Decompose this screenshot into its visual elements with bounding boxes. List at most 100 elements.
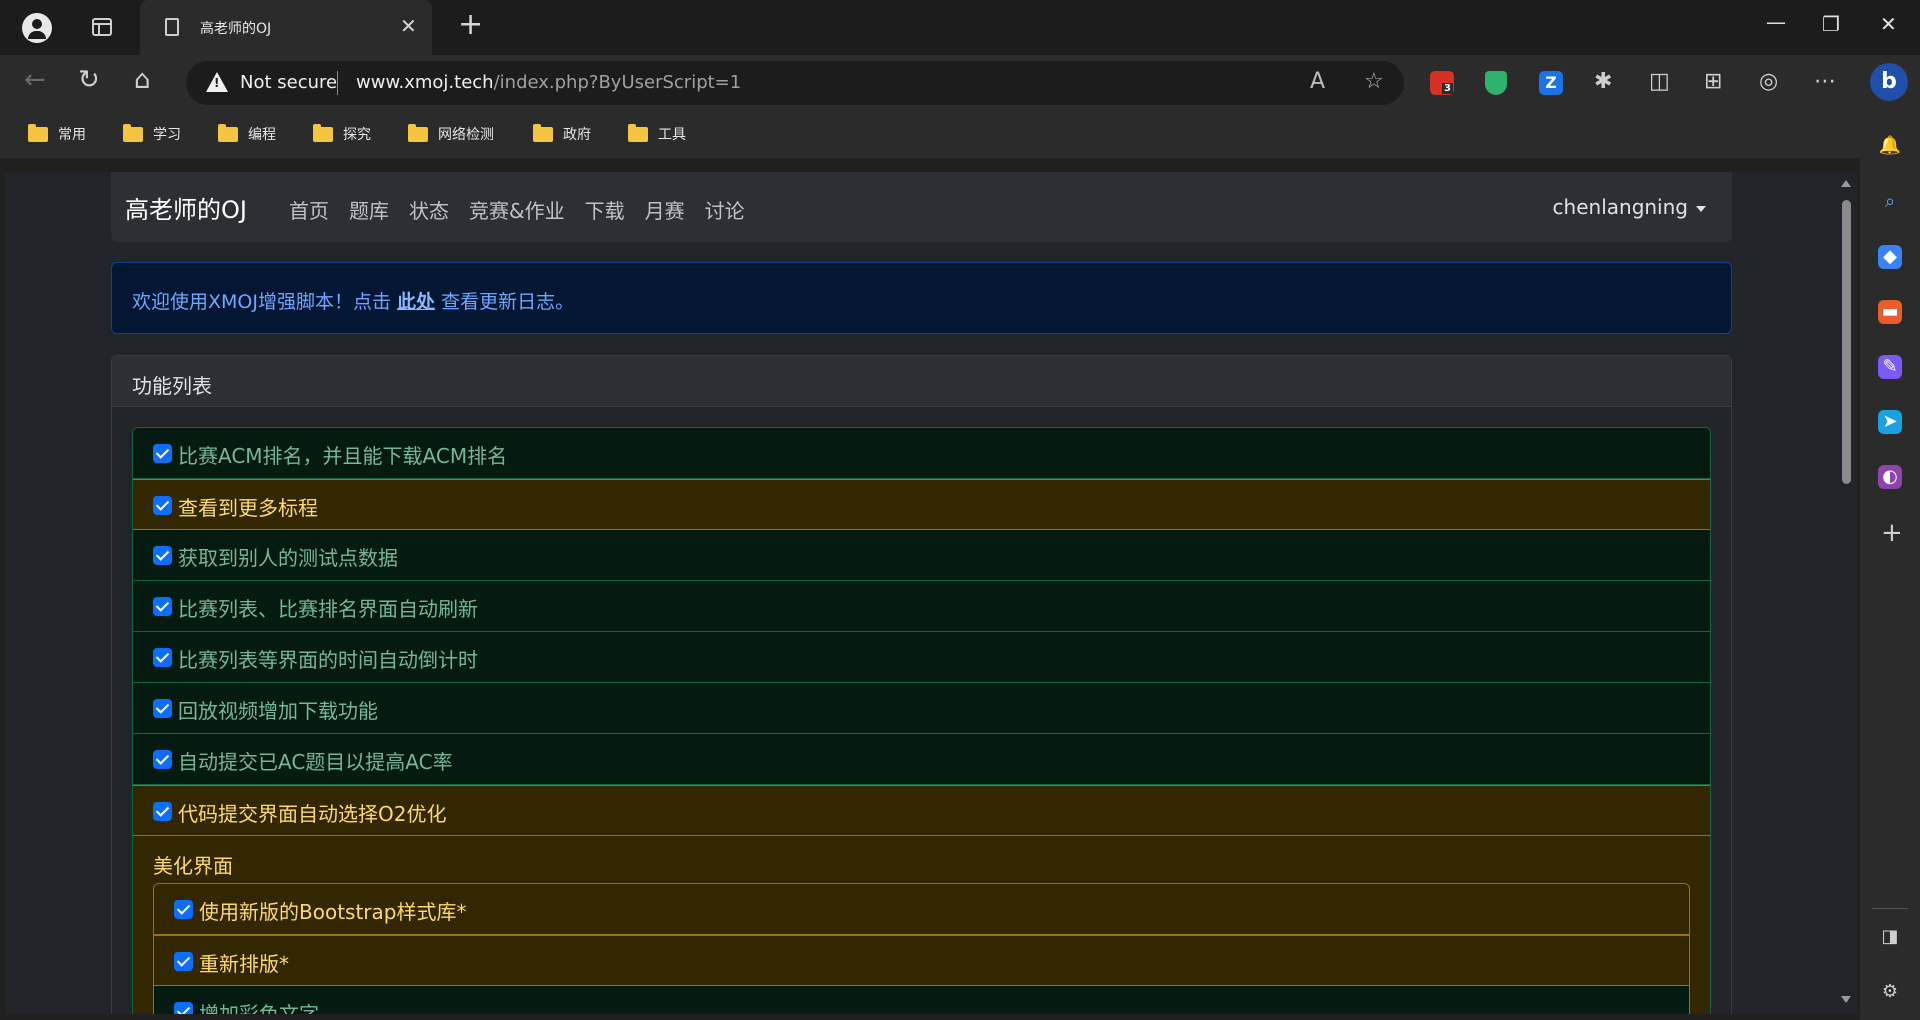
- checkbox[interactable]: [174, 1002, 193, 1014]
- checkbox[interactable]: [153, 699, 172, 718]
- feature-item[interactable]: 代码提交界面自动选择O2优化: [133, 785, 1710, 836]
- nav-contests[interactable]: 竞赛&作业: [469, 195, 565, 224]
- page-scrollbar[interactable]: [1835, 172, 1857, 1014]
- checkbox[interactable]: [174, 900, 193, 919]
- card-body: 比赛ACM排名，并且能下载ACM排名 查看到更多标程 获取到别人的测试点数据 比…: [112, 407, 1731, 1014]
- collections-icon[interactable]: ⊞: [1704, 69, 1722, 95]
- caret-down-icon: [1696, 205, 1706, 212]
- bookmark-folder[interactable]: 常用: [28, 110, 86, 158]
- notification-bell-icon[interactable]: 🔔: [1878, 134, 1902, 158]
- nav-discussion[interactable]: 讨论: [705, 195, 745, 224]
- bookmark-folder[interactable]: 工具: [628, 110, 686, 158]
- bookmark-label: 政府: [563, 127, 591, 143]
- checkbox[interactable]: [153, 648, 172, 667]
- folder-icon: [408, 123, 428, 142]
- feature-item[interactable]: 比赛ACM排名，并且能下载ACM排名: [133, 428, 1710, 479]
- scrollbar-thumb[interactable]: [1842, 200, 1851, 484]
- refresh-icon[interactable]: ↻: [78, 67, 100, 93]
- shopping-tag-icon[interactable]: ◆: [1878, 245, 1902, 269]
- nav-problems[interactable]: 题库: [349, 195, 389, 224]
- feature-item[interactable]: 自动提交已AC题目以提高AC率: [133, 734, 1710, 785]
- checkbox[interactable]: [153, 444, 172, 463]
- url-text[interactable]: www.xmoj.tech/index.php?ByUserScript=1: [356, 72, 741, 93]
- checkbox[interactable]: [174, 952, 193, 971]
- group-sublist: 使用新版的Bootstrap样式库* 重新排版* 增加彩色文字: [153, 883, 1690, 1014]
- bing-copilot-icon[interactable]: b: [1870, 63, 1908, 101]
- back-icon[interactable]: ←: [24, 67, 46, 93]
- feature-item[interactable]: 查看到更多标程: [133, 479, 1710, 530]
- extensions-puzzle-icon[interactable]: ✱: [1594, 69, 1612, 95]
- group-title: 美化界面: [153, 854, 233, 878]
- feature-card: 功能列表 比赛ACM排名，并且能下载ACM排名 查看到更多标程 获取到别人的测试…: [111, 355, 1732, 1014]
- site-nav: 首页 题库 状态 竞赛&作业 下载 月赛 讨论: [289, 195, 745, 224]
- feature-item[interactable]: 重新排版*: [154, 935, 1689, 986]
- warning-icon[interactable]: [206, 72, 228, 92]
- bookmark-folder[interactable]: 编程: [218, 110, 276, 158]
- search-icon[interactable]: ⌕: [1878, 190, 1902, 214]
- feature-item[interactable]: 增加彩色文字: [154, 986, 1689, 1014]
- checkbox[interactable]: [153, 546, 172, 565]
- security-label[interactable]: Not secure: [240, 72, 337, 93]
- settings-gear-icon[interactable]: ⚙: [1878, 980, 1902, 1004]
- bookmark-folder[interactable]: 网络检测: [408, 110, 494, 158]
- address-bar[interactable]: Not secure www.xmoj.tech/index.php?ByUse…: [186, 61, 1404, 105]
- game-icon[interactable]: ◐: [1878, 465, 1902, 489]
- split-screen-icon[interactable]: ◫: [1649, 69, 1670, 95]
- site-brand[interactable]: 高老师的OJ: [125, 190, 247, 225]
- alert-text-before: 欢迎使用XMOJ增强脚本！点击: [132, 291, 398, 313]
- nav-download[interactable]: 下载: [585, 195, 625, 224]
- tab-actions-icon[interactable]: [92, 18, 112, 36]
- bookmark-label: 工具: [658, 127, 686, 143]
- restore-icon[interactable]: ❐: [1822, 12, 1840, 36]
- minimize-icon[interactable]: —: [1766, 10, 1786, 34]
- window-close-icon[interactable]: ✕: [1880, 12, 1897, 36]
- feature-label: 比赛列表等界面的时间自动倒计时: [178, 648, 478, 672]
- folder-icon: [313, 123, 333, 142]
- feature-label: 回放视频增加下载功能: [178, 699, 378, 723]
- scroll-down-arrow-icon[interactable]: [1841, 996, 1851, 1003]
- hide-sidebar-icon[interactable]: ◨: [1878, 925, 1902, 949]
- bookmark-folder[interactable]: 政府: [533, 110, 591, 158]
- zotero-extension-icon[interactable]: Z: [1539, 71, 1563, 95]
- active-tab[interactable]: 高老师的OJ ✕: [140, 0, 432, 55]
- tools-icon[interactable]: ▬: [1878, 300, 1902, 324]
- feature-item[interactable]: 回放视频增加下载功能: [133, 683, 1710, 734]
- feature-item[interactable]: 比赛列表等界面的时间自动倒计时: [133, 632, 1710, 683]
- performance-icon[interactable]: ◎: [1759, 69, 1778, 95]
- feature-item[interactable]: 使用新版的Bootstrap样式库*: [154, 884, 1689, 935]
- shield-extension-icon[interactable]: [1484, 71, 1508, 95]
- feature-label: 查看到更多标程: [178, 496, 318, 520]
- user-dropdown[interactable]: chenlangning: [1553, 195, 1706, 219]
- office-icon[interactable]: ✎: [1878, 355, 1902, 379]
- feature-label: 增加彩色文字: [199, 1002, 319, 1014]
- nav-monthly[interactable]: 月赛: [645, 195, 685, 224]
- bookmarks-bar: 常用 学习 编程 探究 网络检测 政府 工具: [0, 110, 1860, 158]
- nav-status[interactable]: 状态: [409, 195, 449, 224]
- bookmark-folder[interactable]: 学习: [123, 110, 181, 158]
- favorite-star-icon[interactable]: ☆: [1364, 69, 1384, 94]
- bookmark-folder[interactable]: 探究: [313, 110, 371, 158]
- divider: [337, 71, 338, 95]
- changelog-link[interactable]: 此处: [397, 291, 435, 313]
- read-aloud-icon[interactable]: A: [1310, 69, 1325, 94]
- feature-item[interactable]: 比赛列表、比赛排名界面自动刷新: [133, 581, 1710, 632]
- checkbox[interactable]: [153, 802, 172, 821]
- site-navbar: 高老师的OJ 首页 题库 状态 竞赛&作业 下载 月赛 讨论 chenlangn…: [111, 172, 1732, 242]
- profile-icon[interactable]: [22, 13, 52, 43]
- feature-item[interactable]: 获取到别人的测试点数据: [133, 530, 1710, 581]
- checkbox[interactable]: [153, 750, 172, 769]
- page-viewport: 高老师的OJ 首页 题库 状态 竞赛&作业 下载 月赛 讨论 chenlangn…: [5, 172, 1840, 1014]
- close-tab-icon[interactable]: ✕: [400, 14, 417, 38]
- alert-message: 欢迎使用XMOJ增强脚本！点击 此处 查看更新日志。: [132, 287, 574, 314]
- checkbox[interactable]: [153, 496, 172, 515]
- checkbox[interactable]: [153, 597, 172, 616]
- new-tab-icon[interactable]: +: [458, 10, 483, 40]
- more-menu-icon[interactable]: ⋯: [1814, 69, 1836, 95]
- extension-red-icon[interactable]: 3: [1430, 71, 1454, 95]
- add-sidebar-app-icon[interactable]: +: [1881, 518, 1903, 548]
- send-icon[interactable]: ➤: [1878, 410, 1902, 434]
- nav-home[interactable]: 首页: [289, 195, 329, 224]
- scroll-up-arrow-icon[interactable]: [1841, 180, 1851, 187]
- home-icon[interactable]: ⌂: [134, 67, 151, 93]
- edge-sidebar: 🔔 ⌕ ◆ ▬ ✎ ➤ ◐ + ◨ ⚙: [1860, 110, 1920, 1020]
